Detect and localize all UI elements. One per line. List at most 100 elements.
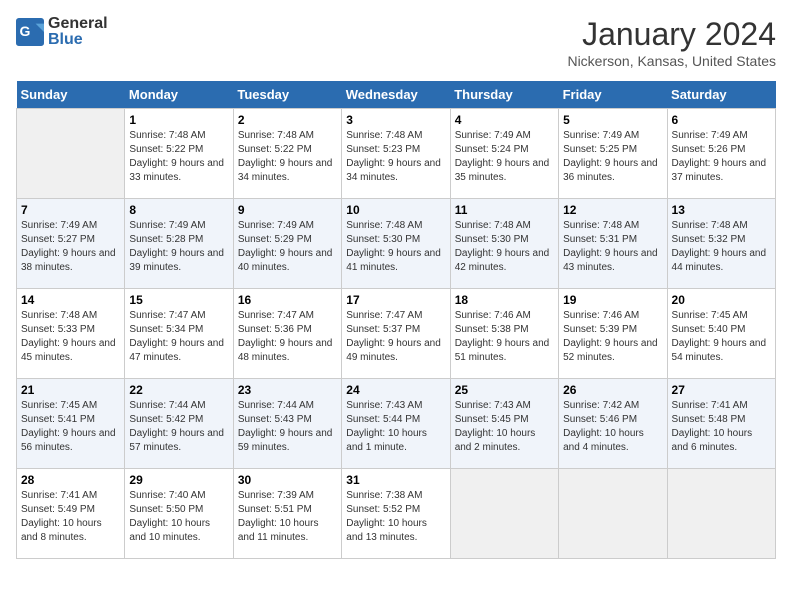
- day-number: 15: [129, 293, 228, 307]
- day-info: Sunrise: 7:39 AMSunset: 5:51 PMDaylight:…: [238, 489, 337, 545]
- day-number: 1: [129, 113, 228, 127]
- day-info: Sunrise: 7:48 AMSunset: 5:33 PMDaylight:…: [21, 309, 120, 365]
- calendar-cell: 17Sunrise: 7:47 AMSunset: 5:37 PMDayligh…: [342, 289, 450, 379]
- calendar-header-row: SundayMondayTuesdayWednesdayThursdayFrid…: [17, 81, 776, 109]
- day-number: 10: [346, 203, 445, 217]
- logo-general-text: General: [48, 15, 108, 32]
- calendar-cell: 20Sunrise: 7:45 AMSunset: 5:40 PMDayligh…: [667, 289, 775, 379]
- title-block: January 2024 Nickerson, Kansas, United S…: [567, 16, 776, 69]
- day-info: Sunrise: 7:49 AMSunset: 5:27 PMDaylight:…: [21, 219, 120, 275]
- day-number: 30: [238, 473, 337, 487]
- day-info: Sunrise: 7:48 AMSunset: 5:22 PMDaylight:…: [129, 129, 228, 185]
- header-friday: Friday: [559, 81, 667, 109]
- calendar-week-row: 28 Sunrise: 7:41 AMSunset: 5:49 PMDayligh…: [17, 469, 776, 559]
- day-number: 27: [672, 383, 771, 397]
- calendar-cell: 13Sunrise: 7:48 AMSunset: 5:32 PMDayligh…: [667, 199, 775, 289]
- day-info: Sunrise: 7:46 AMSunset: 5:38 PMDaylight:…: [455, 309, 554, 365]
- day-number: 5: [563, 113, 662, 127]
- calendar-week-row: 21Sunrise: 7:45 AMSunset: 5:41 PMDayligh…: [17, 379, 776, 469]
- day-info: Sunrise: 7:49 AMSunset: 5:26 PMDaylight:…: [672, 129, 771, 185]
- calendar-cell: 4Sunrise: 7:49 AMSunset: 5:24 PMDaylight…: [450, 109, 558, 199]
- day-number: 9: [238, 203, 337, 217]
- day-info: Sunrise: 7:41 AMSunset: 5:49 PMDaylight:…: [21, 489, 120, 545]
- header-sunday: Sunday: [17, 81, 125, 109]
- day-info: Sunrise: 7:49 AMSunset: 5:24 PMDaylight:…: [455, 129, 554, 185]
- calendar-cell: 11Sunrise: 7:48 AMSunset: 5:30 PMDayligh…: [450, 199, 558, 289]
- header-thursday: Thursday: [450, 81, 558, 109]
- calendar-cell: 27 Sunrise: 7:41 AMSunset: 5:48 PMDayligh…: [667, 379, 775, 469]
- day-number: 23: [238, 383, 337, 397]
- page-header: G General Blue January 2024 Nickerson, K…: [16, 16, 776, 69]
- calendar-cell: 6 Sunrise: 7:49 AMSunset: 5:26 PMDaylight…: [667, 109, 775, 199]
- day-info: Sunrise: 7:48 AMSunset: 5:22 PMDaylight:…: [238, 129, 337, 185]
- day-info: Sunrise: 7:46 AMSunset: 5:39 PMDaylight:…: [563, 309, 662, 365]
- svg-text:G: G: [20, 23, 31, 39]
- day-number: 12: [563, 203, 662, 217]
- calendar-cell: 14 Sunrise: 7:48 AMSunset: 5:33 PMDayligh…: [17, 289, 125, 379]
- day-info: Sunrise: 7:38 AMSunset: 5:52 PMDaylight:…: [346, 489, 445, 545]
- day-number: 25: [455, 383, 554, 397]
- calendar-cell: 22 Sunrise: 7:44 AMSunset: 5:42 PMDayligh…: [125, 379, 233, 469]
- day-number: 31: [346, 473, 445, 487]
- day-info: Sunrise: 7:49 AMSunset: 5:29 PMDaylight:…: [238, 219, 337, 275]
- day-number: 28: [21, 473, 120, 487]
- day-number: 29: [129, 473, 228, 487]
- calendar-cell: 5 Sunrise: 7:49 AMSunset: 5:25 PMDaylight…: [559, 109, 667, 199]
- calendar-cell: [667, 469, 775, 559]
- day-number: 7: [21, 203, 120, 217]
- calendar-cell: 30 Sunrise: 7:39 AMSunset: 5:51 PMDayligh…: [233, 469, 341, 559]
- day-info: Sunrise: 7:45 AMSunset: 5:40 PMDaylight:…: [672, 309, 771, 365]
- day-number: 24: [346, 383, 445, 397]
- day-number: 22: [129, 383, 228, 397]
- day-number: 8: [129, 203, 228, 217]
- calendar-cell: 7 Sunrise: 7:49 AMSunset: 5:27 PMDaylight…: [17, 199, 125, 289]
- day-info: Sunrise: 7:48 AMSunset: 5:30 PMDaylight:…: [346, 219, 445, 275]
- calendar-cell: 24 Sunrise: 7:43 AMSunset: 5:44 PMDayligh…: [342, 379, 450, 469]
- day-number: 2: [238, 113, 337, 127]
- day-info: Sunrise: 7:44 AMSunset: 5:43 PMDaylight:…: [238, 399, 337, 455]
- calendar-cell: 1 Sunrise: 7:48 AMSunset: 5:22 PMDaylight…: [125, 109, 233, 199]
- calendar-cell: 3 Sunrise: 7:48 AMSunset: 5:23 PMDaylight…: [342, 109, 450, 199]
- day-info: Sunrise: 7:47 AMSunset: 5:34 PMDaylight:…: [129, 309, 228, 365]
- day-number: 14: [21, 293, 120, 307]
- day-info: Sunrise: 7:41 AMSunset: 5:48 PMDaylight:…: [672, 399, 771, 455]
- calendar-cell: 10 Sunrise: 7:48 AMSunset: 5:30 PMDayligh…: [342, 199, 450, 289]
- day-info: Sunrise: 7:43 AMSunset: 5:45 PMDaylight:…: [455, 399, 554, 455]
- day-number: 16: [238, 293, 337, 307]
- month-title: January 2024: [567, 16, 776, 53]
- day-info: Sunrise: 7:45 AMSunset: 5:41 PMDaylight:…: [21, 399, 120, 455]
- calendar-cell: 25 Sunrise: 7:43 AMSunset: 5:45 PMDayligh…: [450, 379, 558, 469]
- location-text: Nickerson, Kansas, United States: [567, 53, 776, 69]
- calendar-cell: 31 Sunrise: 7:38 AMSunset: 5:52 PMDayligh…: [342, 469, 450, 559]
- calendar-cell: [559, 469, 667, 559]
- day-number: 19: [563, 293, 662, 307]
- day-info: Sunrise: 7:40 AMSunset: 5:50 PMDaylight:…: [129, 489, 228, 545]
- day-info: Sunrise: 7:49 AMSunset: 5:28 PMDaylight:…: [129, 219, 228, 275]
- calendar-cell: 26Sunrise: 7:42 AMSunset: 5:46 PMDayligh…: [559, 379, 667, 469]
- header-monday: Monday: [125, 81, 233, 109]
- calendar-cell: 19 Sunrise: 7:46 AMSunset: 5:39 PMDayligh…: [559, 289, 667, 379]
- calendar-cell: 21Sunrise: 7:45 AMSunset: 5:41 PMDayligh…: [17, 379, 125, 469]
- day-number: 26: [563, 383, 662, 397]
- calendar-cell: 12Sunrise: 7:48 AMSunset: 5:31 PMDayligh…: [559, 199, 667, 289]
- day-number: 17: [346, 293, 445, 307]
- day-number: 13: [672, 203, 771, 217]
- day-number: 11: [455, 203, 554, 217]
- calendar-cell: [17, 109, 125, 199]
- day-info: Sunrise: 7:48 AMSunset: 5:23 PMDaylight:…: [346, 129, 445, 185]
- calendar-week-row: 14 Sunrise: 7:48 AMSunset: 5:33 PMDayligh…: [17, 289, 776, 379]
- calendar-cell: 28 Sunrise: 7:41 AMSunset: 5:49 PMDayligh…: [17, 469, 125, 559]
- calendar-cell: 16Sunrise: 7:47 AMSunset: 5:36 PMDayligh…: [233, 289, 341, 379]
- day-info: Sunrise: 7:43 AMSunset: 5:44 PMDaylight:…: [346, 399, 445, 455]
- calendar-cell: 29 Sunrise: 7:40 AMSunset: 5:50 PMDayligh…: [125, 469, 233, 559]
- calendar-cell: 9 Sunrise: 7:49 AMSunset: 5:29 PMDaylight…: [233, 199, 341, 289]
- calendar-week-row: 1 Sunrise: 7:48 AMSunset: 5:22 PMDaylight…: [17, 109, 776, 199]
- day-number: 6: [672, 113, 771, 127]
- calendar-cell: 2 Sunrise: 7:48 AMSunset: 5:22 PMDaylight…: [233, 109, 341, 199]
- logo-icon: G: [16, 18, 44, 46]
- header-saturday: Saturday: [667, 81, 775, 109]
- day-number: 3: [346, 113, 445, 127]
- calendar-cell: 18Sunrise: 7:46 AMSunset: 5:38 PMDayligh…: [450, 289, 558, 379]
- day-info: Sunrise: 7:44 AMSunset: 5:42 PMDaylight:…: [129, 399, 228, 455]
- day-info: Sunrise: 7:49 AMSunset: 5:25 PMDaylight:…: [563, 129, 662, 185]
